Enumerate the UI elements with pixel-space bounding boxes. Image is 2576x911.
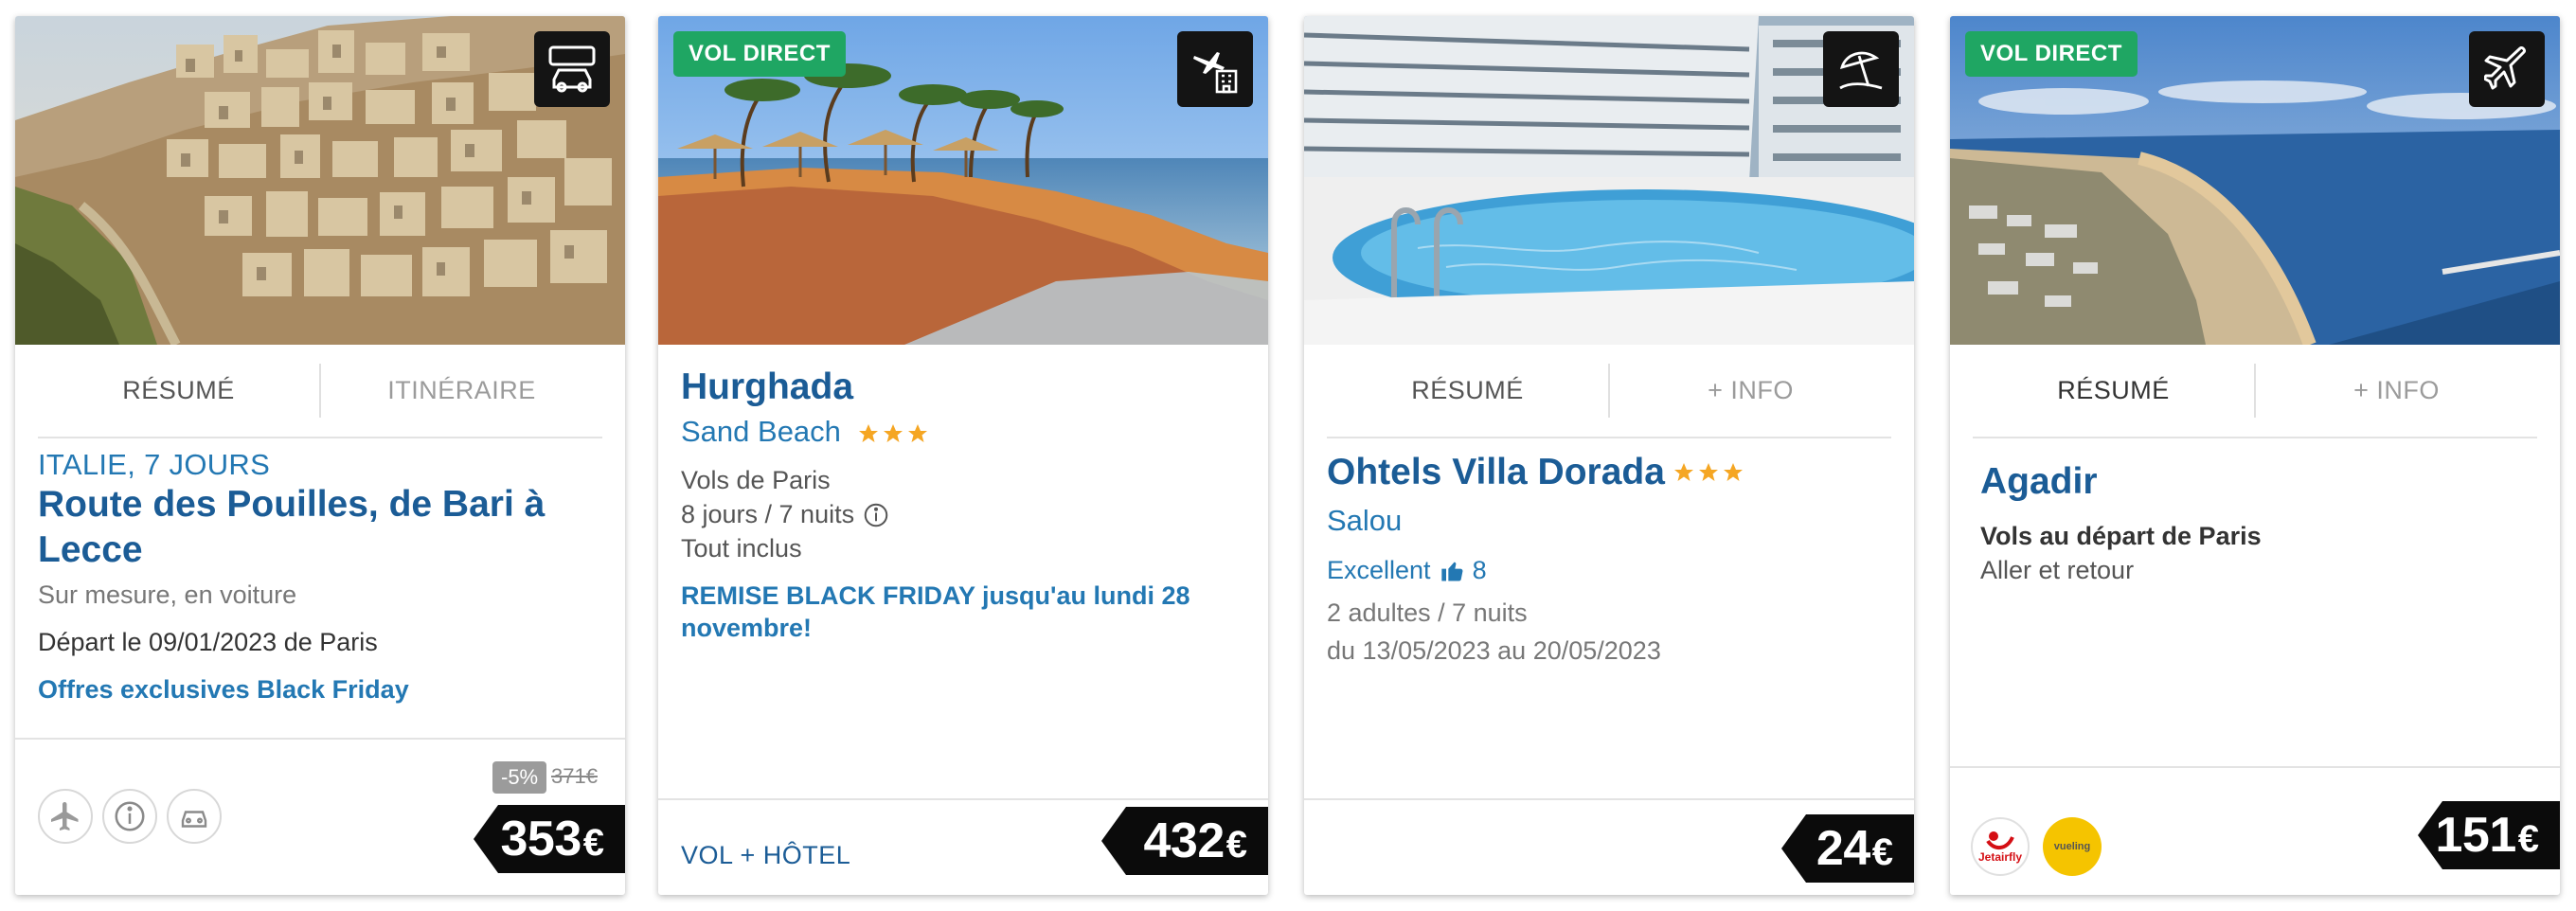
duration-row: 8 jours / 7 nuits	[681, 500, 890, 529]
departure-info: Départ le 09/01/2023 de Paris	[38, 628, 378, 656]
card-tabs: RÉSUMÉ + INFO	[1327, 345, 1891, 438]
departure-city: Vols au départ de Paris	[1980, 522, 2262, 550]
tui-fly-logo: Jetairfly	[1971, 817, 2030, 876]
info-icon[interactable]	[102, 789, 157, 844]
hotel-title[interactable]: Ohtels Villa Dorada	[1327, 452, 1665, 493]
package-type-label: VOL + HÔTEL	[681, 841, 851, 869]
price-amount: 353	[500, 812, 581, 866]
beach-umbrella-icon	[1823, 31, 1899, 107]
car-icon	[534, 31, 610, 107]
tab-resume[interactable]: RÉSUMÉ	[1973, 345, 2254, 437]
destination-title[interactable]: Agadir	[1980, 461, 2098, 503]
price-currency: €	[582, 821, 604, 864]
rating-value: 8	[1472, 556, 1487, 584]
price-currency: €	[1871, 831, 1893, 873]
price-tag[interactable]: 151 €	[2418, 801, 2560, 869]
price-amount: 432	[1143, 813, 1225, 868]
rating-row: Excellent 8	[1327, 556, 1487, 585]
vueling-logo: vueling	[2043, 817, 2102, 876]
tab-resume[interactable]: RÉSUMÉ	[1327, 345, 1608, 437]
offer-card-hurghada[interactable]: VOL DIRECT Hurghada Sand Beach Vols de P…	[658, 16, 1268, 895]
hotel-name[interactable]: Sand Beach	[681, 415, 841, 448]
price-currency: €	[2517, 817, 2539, 860]
stay-dates: du 13/05/2023 au 20/05/2023	[1327, 636, 1661, 665]
departure-city: Vols de Paris	[681, 466, 831, 494]
trip-subtitle: ITALIE, 7 JOURS	[38, 448, 271, 481]
hotel-title-row: Ohtels Villa Dorada	[1327, 452, 1744, 493]
hotel-name-row: Sand Beach	[681, 415, 929, 449]
footer-divider	[658, 798, 1268, 800]
old-price: 371€	[551, 764, 598, 788]
destination-title[interactable]: Hurghada	[681, 366, 853, 408]
price-tag[interactable]: 24 €	[1781, 814, 1914, 883]
trip-title[interactable]: Route des Pouilles, de Bari à Lecce	[38, 482, 597, 573]
thumbs-up-icon	[1440, 562, 1462, 581]
price-currency: €	[1225, 823, 1247, 866]
price-amount: 151	[2435, 808, 2516, 863]
plane-icon[interactable]	[38, 789, 93, 844]
vueling-logo-text: vueling	[2053, 841, 2091, 852]
footer-divider	[1950, 766, 2560, 768]
direct-flight-badge: VOL DIRECT	[1965, 31, 2138, 77]
promo-link[interactable]: REMISE BLACK FRIDAY jusqu'au lundi 28 no…	[681, 580, 1211, 644]
footer-divider	[15, 738, 625, 740]
offer-card-route-pouilles[interactable]: RÉSUMÉ ITINÉRAIRE ITALIE, 7 JOURS Route …	[15, 16, 625, 895]
price-tag[interactable]: 432 €	[1101, 807, 1268, 875]
duration: 8 jours / 7 nuits	[681, 500, 855, 528]
trip-meta: Sur mesure, en voiture	[38, 581, 297, 609]
tab-info[interactable]: + INFO	[2256, 345, 2537, 437]
guests-nights: 2 adultes / 7 nuits	[1327, 598, 1528, 627]
offer-card-villa-dorada[interactable]: RÉSUMÉ + INFO Ohtels Villa Dorada Salou …	[1304, 16, 1914, 895]
info-icon[interactable]	[862, 501, 890, 529]
direct-flight-badge: VOL DIRECT	[673, 31, 846, 77]
tab-resume[interactable]: RÉSUMÉ	[38, 345, 319, 437]
tab-itineraire[interactable]: ITINÉRAIRE	[321, 345, 602, 437]
footer-divider	[1304, 798, 1914, 800]
price-amount: 24	[1816, 821, 1870, 876]
plane-icon	[2469, 31, 2545, 107]
card-tabs: RÉSUMÉ + INFO	[1973, 345, 2537, 438]
plane-hotel-icon	[1177, 31, 1253, 107]
rating-label: Excellent	[1327, 556, 1431, 584]
card-tabs: RÉSUMÉ ITINÉRAIRE	[38, 345, 602, 438]
hotel-location: Salou	[1327, 504, 1403, 537]
price-tag[interactable]: 353 €	[474, 805, 625, 873]
trip-type: Aller et retour	[1980, 556, 2135, 584]
star-rating	[857, 422, 929, 445]
car-icon[interactable]	[167, 789, 222, 844]
board-type: Tout inclus	[681, 534, 802, 563]
discount-badge: -5%	[492, 761, 547, 794]
offer-card-agadir[interactable]: VOL DIRECT RÉSUMÉ + INFO Agadir Vols au …	[1950, 16, 2560, 895]
promo-link[interactable]: Offres exclusives Black Friday	[38, 675, 409, 705]
tab-info[interactable]: + INFO	[1610, 345, 1891, 437]
tui-fly-logo-text: Jetairfly	[1977, 850, 2023, 864]
star-rating	[1673, 461, 1744, 484]
